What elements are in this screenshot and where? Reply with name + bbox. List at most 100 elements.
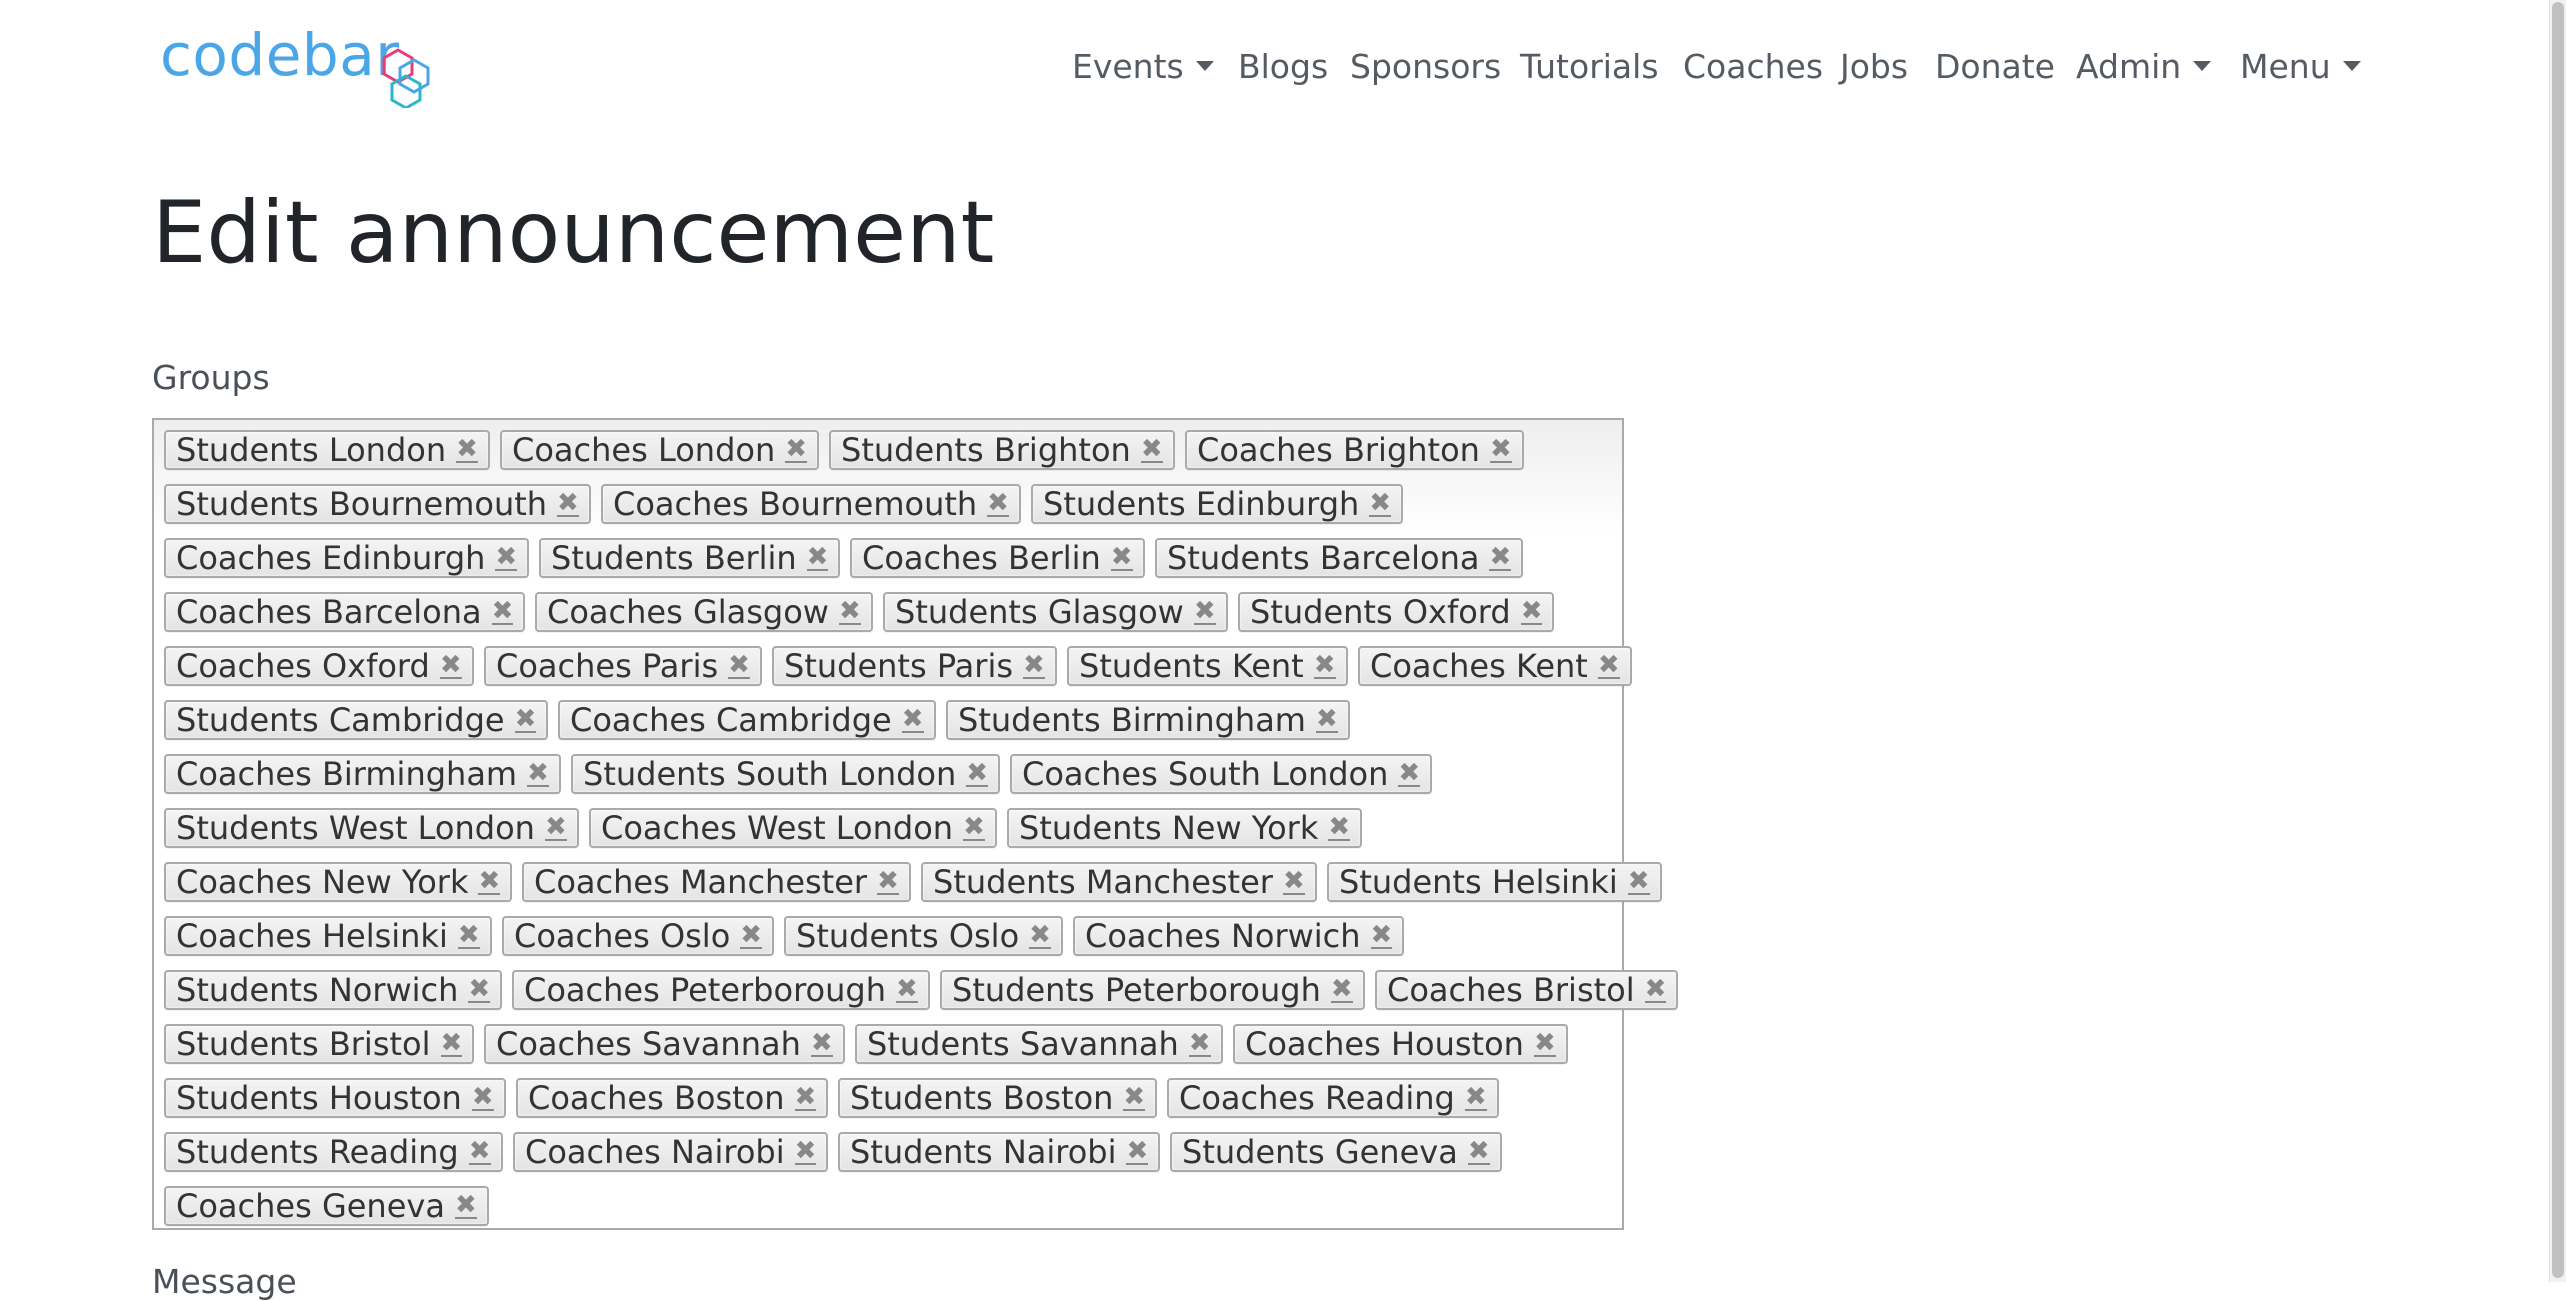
remove-tag-icon[interactable]: ✖ (471, 1084, 494, 1111)
remove-tag-icon[interactable]: ✖ (1370, 922, 1393, 949)
remove-tag-icon[interactable]: ✖ (1489, 544, 1512, 571)
remove-tag-icon[interactable]: ✖ (544, 814, 567, 841)
remove-tag-icon[interactable]: ✖ (838, 598, 861, 625)
group-tag: Students Cambridge ✖ (164, 700, 549, 740)
remove-tag-icon[interactable]: ✖ (1313, 652, 1336, 679)
remove-tag-icon[interactable]: ✖ (1315, 706, 1338, 733)
group-tag-label: Coaches Nairobi (525, 1133, 785, 1171)
page-scrollbar[interactable] (2549, 0, 2566, 1282)
group-tag: Students London ✖ (164, 430, 490, 470)
remove-tag-icon[interactable]: ✖ (1398, 760, 1421, 787)
group-tag: Students Berlin ✖ (539, 538, 841, 578)
group-tag-label: Coaches Birmingham (176, 755, 518, 793)
group-tag: Students New York ✖ (1007, 808, 1363, 848)
group-tag-label: Coaches London (512, 431, 776, 469)
nav-blogs[interactable]: Blogs (1238, 42, 1328, 92)
group-tag: Coaches Oxford ✖ (164, 646, 474, 686)
remove-tag-icon[interactable]: ✖ (557, 490, 579, 517)
group-tag: Coaches Peterborough ✖ (512, 970, 930, 1010)
group-tag-label: Students Cambridge (176, 701, 505, 739)
remove-tag-icon[interactable]: ✖ (1330, 976, 1353, 1003)
remove-tag-icon[interactable]: ✖ (1140, 436, 1163, 463)
remove-tag-icon[interactable]: ✖ (740, 922, 763, 949)
remove-tag-icon[interactable]: ✖ (1110, 544, 1133, 571)
groups-multiselect[interactable]: Students London ✖ Coaches London ✖ Students … (152, 418, 1679, 1230)
nav-events[interactable]: Events (1072, 42, 1214, 92)
remove-tag-icon[interactable]: ✖ (527, 760, 549, 787)
remove-tag-icon[interactable]: ✖ (1597, 652, 1620, 679)
group-tag: Students Oslo ✖ (784, 916, 1063, 956)
remove-tag-icon[interactable]: ✖ (794, 1138, 817, 1165)
nav-menu[interactable]: Menu (2240, 42, 2361, 92)
remove-tag-icon[interactable]: ✖ (468, 976, 491, 1003)
group-tag-label: Students Oxford (1250, 593, 1511, 631)
group-tag: Students Geneva ✖ (1170, 1132, 1502, 1172)
group-tag-label: Students Boston (850, 1079, 1114, 1117)
remove-tag-icon[interactable]: ✖ (440, 1030, 463, 1057)
nav-sponsors[interactable]: Sponsors (1350, 42, 1501, 92)
groups-label: Groups (152, 358, 270, 397)
remove-tag-icon[interactable]: ✖ (1188, 1030, 1211, 1057)
nav-label: Sponsors (1350, 47, 1502, 86)
nav-jobs[interactable]: Jobs (1840, 42, 1908, 92)
remove-tag-icon[interactable]: ✖ (966, 760, 989, 787)
group-tag: Students Savannah ✖ (855, 1024, 1223, 1064)
remove-tag-icon[interactable]: ✖ (1533, 1030, 1556, 1057)
remove-tag-icon[interactable]: ✖ (794, 1084, 817, 1111)
group-tag-label: Students Barcelona (1167, 539, 1480, 577)
nav-label: Menu (2240, 47, 2331, 86)
remove-tag-icon[interactable]: ✖ (1369, 490, 1392, 517)
nav-label: Coaches (1683, 47, 1824, 86)
remove-tag-icon[interactable]: ✖ (468, 1138, 491, 1165)
remove-tag-icon[interactable]: ✖ (806, 544, 829, 571)
scrollbar-thumb[interactable] (2552, 2, 2564, 1278)
remove-tag-icon[interactable]: ✖ (1126, 1138, 1149, 1165)
remove-tag-icon[interactable]: ✖ (895, 976, 918, 1003)
group-tag-label: Coaches Boston (528, 1079, 785, 1117)
nav-donate[interactable]: Donate (1935, 42, 2055, 92)
group-tag-label: Students New York (1019, 809, 1319, 847)
group-tag: Students Helsinki ✖ (1327, 862, 1662, 902)
remove-tag-icon[interactable]: ✖ (1029, 922, 1051, 949)
group-tag-label: Coaches Reading (1179, 1079, 1455, 1117)
nav-label: Events (1072, 47, 1184, 86)
remove-tag-icon[interactable]: ✖ (728, 652, 750, 679)
group-tag-label: Students Paris (784, 647, 1013, 685)
remove-tag-icon[interactable]: ✖ (491, 598, 514, 625)
remove-tag-icon[interactable]: ✖ (987, 490, 1009, 517)
remove-tag-icon[interactable]: ✖ (454, 1192, 477, 1219)
remove-tag-icon[interactable]: ✖ (1328, 814, 1351, 841)
remove-tag-icon[interactable]: ✖ (785, 436, 808, 463)
group-tag: Students Edinburgh ✖ (1031, 484, 1404, 524)
remove-tag-icon[interactable]: ✖ (439, 652, 462, 679)
remove-tag-icon[interactable]: ✖ (877, 868, 899, 895)
remove-tag-icon[interactable]: ✖ (1489, 436, 1512, 463)
remove-tag-icon[interactable]: ✖ (1023, 652, 1045, 679)
group-tag-label: Coaches Savannah (496, 1025, 801, 1063)
remove-tag-icon[interactable]: ✖ (963, 814, 985, 841)
remove-tag-icon[interactable]: ✖ (1644, 976, 1667, 1003)
remove-tag-icon[interactable]: ✖ (1193, 598, 1216, 625)
group-tag: Coaches Barcelona ✖ (164, 592, 526, 632)
nav-coaches[interactable]: Coaches (1683, 42, 1823, 92)
group-tag: Coaches Bristol ✖ (1375, 970, 1679, 1010)
remove-tag-icon[interactable]: ✖ (478, 868, 501, 895)
group-tag-label: Students Geneva (1182, 1133, 1458, 1171)
remove-tag-icon[interactable]: ✖ (1520, 598, 1543, 625)
remove-tag-icon[interactable]: ✖ (1123, 1084, 1146, 1111)
remove-tag-icon[interactable]: ✖ (456, 436, 478, 463)
nav-admin[interactable]: Admin (2076, 42, 2212, 92)
remove-tag-icon[interactable]: ✖ (495, 544, 518, 571)
remove-tag-icon[interactable]: ✖ (1282, 868, 1305, 895)
remove-tag-icon[interactable]: ✖ (1467, 1138, 1490, 1165)
remove-tag-icon[interactable]: ✖ (514, 706, 537, 733)
nav-tutorials[interactable]: Tutorials (1520, 42, 1659, 92)
remove-tag-icon[interactable]: ✖ (1627, 868, 1650, 895)
group-tag: Students Birmingham ✖ (946, 700, 1350, 740)
remove-tag-icon[interactable]: ✖ (901, 706, 924, 733)
codebar-logo[interactable]: codebar (160, 22, 430, 108)
remove-tag-icon[interactable]: ✖ (457, 922, 480, 949)
remove-tag-icon[interactable]: ✖ (1464, 1084, 1487, 1111)
remove-tag-icon[interactable]: ✖ (810, 1030, 833, 1057)
nav-label: Blogs (1238, 47, 1329, 86)
